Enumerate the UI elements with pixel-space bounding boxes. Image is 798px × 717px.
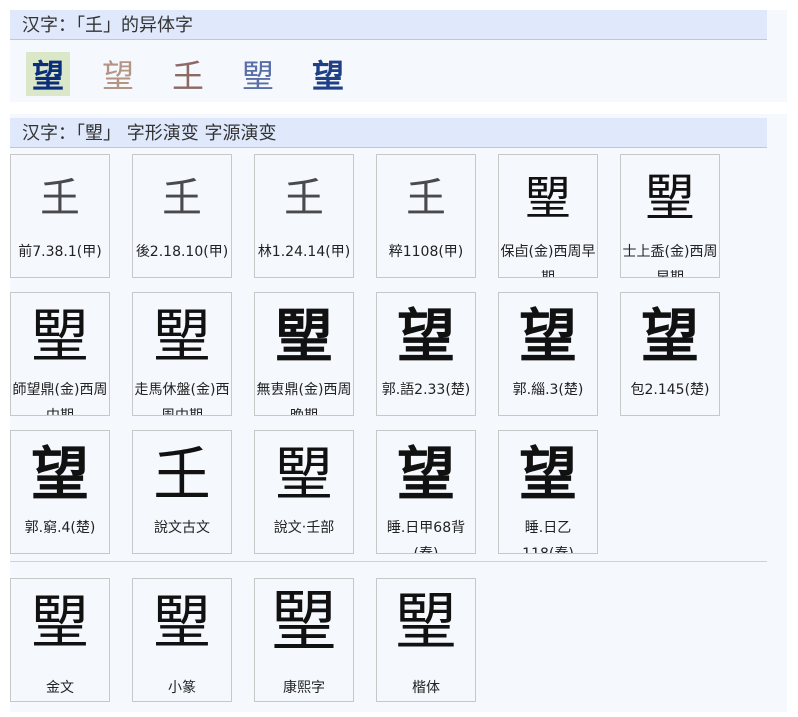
variant-glyph[interactable]: 朢 — [236, 52, 280, 96]
variant-glyph[interactable]: 望 — [96, 52, 140, 96]
glyph-image: 朢 — [274, 302, 333, 370]
tile-caption: 無叀鼎(金)西周晚期 — [256, 382, 352, 416]
glyph-image: 𡈼 — [162, 175, 202, 221]
tile-caption: 康熙字 — [283, 680, 325, 696]
glyph-image: 朢 — [30, 302, 89, 370]
glyph-image: 朢 — [274, 440, 333, 508]
glyph-image: 朢 — [525, 171, 571, 225]
glyph-image: 朢 — [645, 169, 695, 227]
evolution-tile[interactable]: 𡈼 前7.38.1(甲) — [10, 154, 110, 278]
evolution-header: 汉字：「朢」 字形演变 字源演变 — [10, 118, 767, 148]
evolution-tile[interactable]: 朢 師望鼎(金)西周中期 — [10, 292, 110, 416]
variant-glyph[interactable]: 𡈼 — [166, 52, 210, 96]
tile-caption: 粹1108(甲) — [388, 244, 464, 260]
variants-header: 汉字：「𡈼」的异体字 — [10, 10, 767, 40]
glyph-image: 𡈼 — [284, 175, 324, 221]
tile-caption: 睡.日甲68背(秦) — [386, 520, 466, 554]
tile-caption: 楷体 — [412, 680, 440, 696]
tile-caption: 前7.38.1(甲) — [18, 244, 102, 260]
evolution-tile[interactable]: 𡈼 林1.24.14(甲) — [254, 154, 354, 278]
variants-row: 望 望 𡈼 朢 望 — [26, 52, 376, 96]
glyph-image: 朢 — [394, 585, 457, 658]
tile-caption: 郭.緇.3(楚) — [512, 382, 584, 398]
glyph-image: 望 — [30, 440, 89, 508]
glyph-image: 朢 — [152, 302, 211, 370]
glyph-image: 𡈼 — [40, 175, 80, 221]
glyph-image: 望 — [396, 302, 455, 370]
tile-caption: 金文 — [46, 680, 74, 696]
tile-caption: 睡.日乙118(秦) — [522, 520, 574, 554]
glyph-image: 望 — [518, 440, 577, 508]
tile-caption: 士上盉(金)西周早期 — [622, 244, 718, 278]
glyph-image: 望 — [518, 302, 577, 370]
tile-caption: 走馬休盤(金)西周中期 — [134, 382, 230, 416]
glyph-image: 𡈼 — [406, 175, 446, 221]
evolution-tile[interactable]: 望 郭.緇.3(楚) — [498, 292, 598, 416]
evolution-panel: 汉字：「朢」 字形演变 字源演变 𡈼 前7.38.1(甲) 𡈼 後2.18.10… — [10, 114, 787, 712]
glyph-image: 朢 — [30, 588, 89, 656]
style-tile[interactable]: 朢 金文 — [10, 578, 110, 702]
glyph-image: 𡈼 — [152, 440, 211, 508]
evolution-tile[interactable]: 望 睡.日乙118(秦) — [498, 430, 598, 554]
evolution-tile[interactable]: 朢 保卣(金)西周早期 — [498, 154, 598, 278]
evolution-tile[interactable]: 朢 無叀鼎(金)西周晚期 — [254, 292, 354, 416]
tile-caption: 說文‧壬部 — [273, 520, 335, 536]
style-tile[interactable]: 朢 楷体 — [376, 578, 476, 702]
evolution-tile[interactable]: 𡈼 粹1108(甲) — [376, 154, 476, 278]
tile-caption: 郭.語2.33(楚) — [381, 382, 471, 398]
style-tile[interactable]: 朢 康熙字 — [254, 578, 354, 702]
tile-caption: 說文古文 — [154, 520, 210, 536]
tile-caption: 郭.窮.4(楚) — [24, 520, 96, 536]
evolution-tile[interactable]: 望 郭.語2.33(楚) — [376, 292, 476, 416]
variant-glyph[interactable]: 望 — [26, 52, 70, 96]
variant-glyph[interactable]: 望 — [306, 52, 350, 96]
evolution-tile[interactable]: 朢 走馬休盤(金)西周中期 — [132, 292, 232, 416]
tile-caption: 包2.145(楚) — [630, 382, 710, 398]
evolution-tile[interactable]: 𡈼 說文古文 — [132, 430, 232, 554]
style-tile[interactable]: 朢 小篆 — [132, 578, 232, 702]
evolution-tile[interactable]: 朢 說文‧壬部 — [254, 430, 354, 554]
glyph-image: 朢 — [152, 588, 211, 656]
tile-caption: 林1.24.14(甲) — [257, 244, 351, 260]
evolution-tile[interactable]: 𡈼 後2.18.10(甲) — [132, 154, 232, 278]
tile-caption: 後2.18.10(甲) — [135, 244, 229, 260]
evolution-tile[interactable]: 望 郭.窮.4(楚) — [10, 430, 110, 554]
tile-caption: 師望鼎(金)西周中期 — [12, 382, 108, 416]
evolution-tile[interactable]: 望 睡.日甲68背(秦) — [376, 430, 476, 554]
glyph-image: 朢 — [271, 583, 337, 660]
evolution-tile[interactable]: 望 包2.145(楚) — [620, 292, 720, 416]
glyph-image: 望 — [396, 440, 455, 508]
tile-caption: 保卣(金)西周早期 — [500, 244, 596, 278]
variants-panel: 汉字：「𡈼」的异体字 望 望 𡈼 朢 望 — [10, 10, 787, 102]
glyph-image: 望 — [640, 302, 699, 370]
tile-caption: 小篆 — [168, 680, 196, 696]
evolution-tile[interactable]: 朢 士上盉(金)西周早期 — [620, 154, 720, 278]
section-divider — [10, 561, 767, 562]
